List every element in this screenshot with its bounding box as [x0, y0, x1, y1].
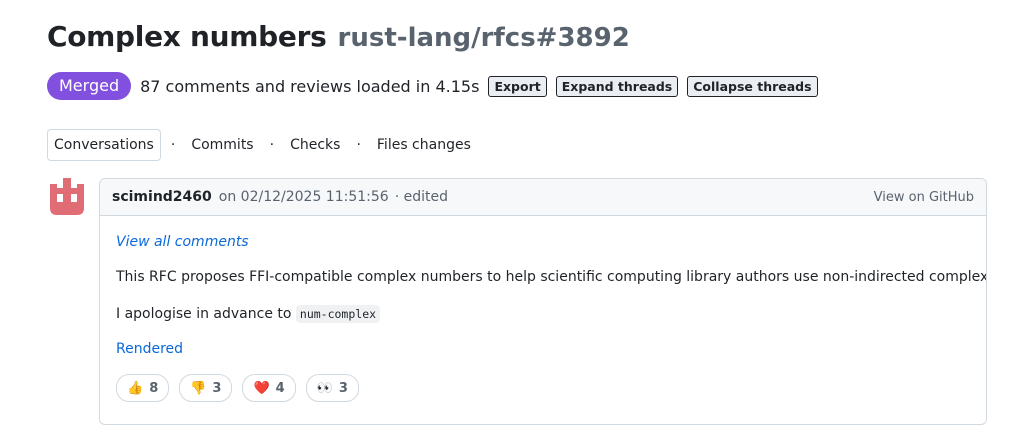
comment-paragraph: I apologise in advance to num-complex [116, 304, 970, 324]
comment-paragraph: This RFC proposes FFI-compatible complex… [116, 269, 987, 285]
view-all-comments-link[interactable]: View all comments [116, 234, 249, 250]
tab-bar: Conversations · Commits · Checks · Files… [47, 129, 477, 161]
comment-card: scimind2460 on 02/12/2025 11:51:56 · edi… [99, 178, 987, 425]
heart-icon: ❤️ [253, 380, 270, 396]
edited-indicator[interactable]: · edited [395, 189, 448, 205]
tab-separator: · [269, 137, 275, 153]
load-summary: 87 comments and reviews loaded in 4.15s [140, 76, 480, 96]
thumbs-up-icon: 👍 [127, 380, 144, 396]
status-row: Merged 87 comments and reviews loaded in… [47, 72, 818, 100]
avatar[interactable] [47, 178, 87, 215]
reaction-count: 3 [212, 380, 222, 396]
collapse-threads-button[interactable]: Collapse threads [687, 75, 818, 97]
reaction-count: 4 [275, 380, 285, 396]
expand-threads-button[interactable]: Expand threads [555, 75, 679, 97]
tab-checks[interactable]: Checks [284, 130, 346, 160]
page-title: Complex numbers [47, 20, 327, 53]
comment-timestamp: on 02/12/2025 11:51:56 [218, 189, 389, 205]
page-title-row: Complex numbers rust-lang/rfcs#3892 [47, 20, 630, 53]
comment-author[interactable]: scimind2460 [112, 189, 212, 205]
reaction-count: 3 [338, 380, 348, 396]
export-button[interactable]: Export [488, 75, 547, 97]
comment-header: scimind2460 on 02/12/2025 11:51:56 · edi… [100, 179, 986, 216]
eyes-icon: 👀 [316, 380, 333, 396]
thumbs-down-icon: 👎 [190, 380, 207, 396]
rendered-link[interactable]: Rendered [116, 341, 183, 357]
tab-separator: · [170, 137, 176, 153]
repo-reference[interactable]: rust-lang/rfcs#3892 [338, 23, 630, 53]
inline-code: num-complex [295, 305, 381, 323]
tab-separator: · [356, 137, 361, 153]
reaction-eyes[interactable]: 👀 3 [305, 374, 359, 402]
reaction-thumbs-up[interactable]: 👍 8 [116, 374, 170, 402]
merged-status-badge: Merged [47, 72, 132, 100]
view-on-github-link[interactable]: View on GitHub [874, 190, 974, 205]
tab-files-changes[interactable]: Files changes [371, 130, 477, 160]
reaction-count: 8 [149, 380, 159, 396]
comment-body: View all comments This RFC proposes FFI-… [100, 216, 986, 402]
tab-conversations[interactable]: Conversations [47, 129, 161, 161]
reaction-heart[interactable]: ❤️ 4 [242, 374, 296, 402]
comment-text: I apologise in advance to [116, 306, 292, 322]
reaction-thumbs-down[interactable]: 👎 3 [179, 374, 233, 402]
tab-commits[interactable]: Commits [185, 130, 259, 160]
reactions-bar: 👍 8 👎 3 ❤️ 4 👀 3 [116, 374, 970, 402]
